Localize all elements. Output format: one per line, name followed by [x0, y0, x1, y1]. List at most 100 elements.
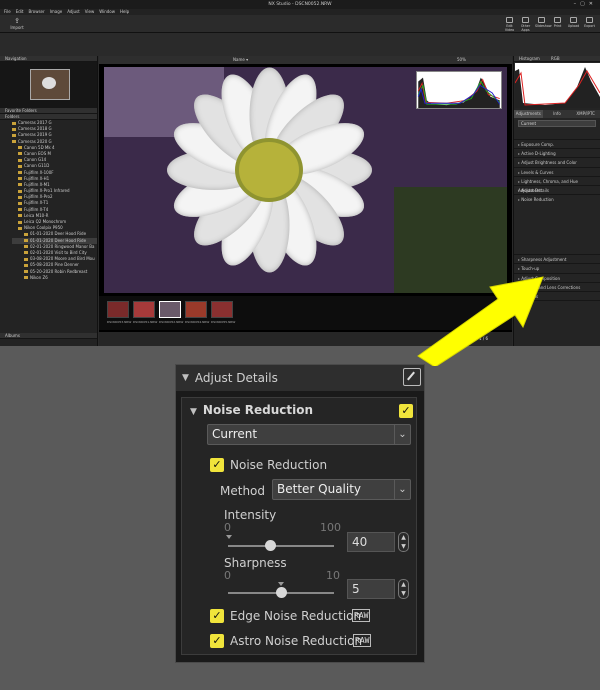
tab-info[interactable]: Info: [543, 110, 572, 118]
adjust-section-header[interactable]: Exposure Comp.: [514, 140, 600, 150]
chevron-down-icon: ⌄: [394, 425, 410, 444]
intensity-max: 100: [320, 521, 341, 534]
tab-adjustments[interactable]: Adjustments: [514, 110, 543, 118]
folder-label: Fujifilm X-T1: [24, 200, 49, 206]
adjust-section-header[interactable]: Noise Reduction: [514, 195, 600, 256]
film-caption-3: DSCN0052.NRW: [159, 320, 184, 324]
film-thumb-1[interactable]: [107, 301, 129, 318]
overlay-histogram: [416, 71, 502, 109]
folder-icon: [24, 270, 28, 273]
folder-icon: [18, 201, 22, 205]
film-thumb-3[interactable]: [159, 301, 181, 318]
adjust-section-header[interactable]: Adjust Details: [514, 186, 600, 196]
zoom-level[interactable]: 50%: [457, 56, 466, 64]
adjust-section-header[interactable]: Active D-Lighting: [514, 149, 600, 159]
folder-tree: Cameras 2017 G Cameras 2018 G Cameras 2019…: [0, 120, 97, 333]
import-button[interactable]: ⇪ Import: [10, 17, 24, 30]
slideshow-button[interactable]: Slideshow: [535, 17, 552, 32]
sharpness-slider-knob[interactable]: [276, 587, 287, 598]
folder-icon: [24, 263, 28, 267]
folder-item[interactable]: 05-20-2020 Robin Redbreast: [12, 269, 97, 275]
histogram-header[interactable]: Histogram RGB: [514, 56, 600, 62]
folder-label: 02-01-2020 Visit to Bird City: [30, 249, 87, 255]
nr-collapse-triangle-icon[interactable]: ▼: [190, 407, 197, 417]
adjust-section-header[interactable]: Lightness, Chroma, and Hue Adjustment: [514, 177, 600, 193]
edge-nr-checkbox[interactable]: ✓: [210, 609, 224, 623]
collapse-triangle-icon[interactable]: ▼: [182, 373, 189, 383]
sharpness-stepper[interactable]: ▲ ▼: [398, 579, 409, 599]
video-icon: [506, 17, 513, 23]
folder-icon: [18, 220, 22, 224]
folder-label: 03-08-2020 Moore and Bird Mou: [30, 256, 95, 262]
intensity-slider-knob[interactable]: [265, 540, 277, 551]
right-tabs: Adjustments Info XMP/IPTC: [514, 110, 600, 118]
export-button[interactable]: Export: [583, 17, 596, 32]
folder-item[interactable]: Nikon Z6: [12, 275, 97, 281]
folder-label: Fujifilm X-Pro2: [24, 194, 53, 200]
albums-header[interactable]: Albums: [0, 333, 97, 339]
film-thumb-2[interactable]: [133, 301, 155, 318]
intensity-min: 0: [224, 521, 231, 534]
folder-icon: [12, 140, 16, 144]
folder-label: Nikon Z6: [30, 274, 48, 280]
folder-label: 02-01-2020 Ringwood Manor Ba: [30, 243, 95, 249]
folder-label: Nikon Coolpix P950: [24, 225, 63, 231]
folder-label: Fujifilm X-M1: [24, 181, 50, 187]
folder-label: 01-01-2020 Deer Hood Ride: [30, 231, 87, 237]
astro-nr-checkbox[interactable]: ✓: [210, 634, 224, 648]
edit-video-button[interactable]: Edit Video: [503, 17, 516, 32]
folder-icon: [18, 152, 22, 156]
folder-icon: [12, 133, 16, 137]
left-panel: Navigation Favorite Folders Folders Came…: [0, 56, 98, 346]
intensity-slider-track[interactable]: [228, 545, 334, 547]
noise-reduction-enable-checkbox[interactable]: ✓: [399, 404, 413, 418]
intensity-stepper[interactable]: ▲ ▼: [398, 532, 409, 552]
print-icon: [554, 17, 561, 23]
viewer-toolbar: Name ▾ 50%: [99, 56, 512, 64]
adjust-section-header[interactable]: Adjust Brightness and Color: [514, 158, 600, 168]
pointer-arrow-icon: [417, 276, 544, 366]
intensity-label: Intensity: [224, 508, 277, 522]
method-select[interactable]: Better Quality ⌄: [272, 479, 411, 500]
folder-icon: [12, 127, 16, 131]
folder-label: Cameras 2019 G: [18, 132, 52, 138]
main-toolbar: ⇪ Import Edit Video Other Apps Slideshow …: [0, 15, 600, 33]
film-thumb-5[interactable]: [211, 301, 233, 318]
folder-label: Cameras 2017 G: [18, 120, 52, 125]
folder-label: Cameras 2018 G: [18, 126, 52, 132]
adjust-section-header[interactable]: Levels & Curves: [514, 168, 600, 177]
print-button[interactable]: Print: [551, 17, 564, 32]
tab-xmp-iptc[interactable]: XMP/IPTC: [571, 110, 600, 118]
folder-icon: [24, 232, 28, 236]
folder-label: Canon 5D Mk 4: [24, 144, 55, 150]
upload-button[interactable]: Upload: [567, 17, 580, 32]
folder-icon: [24, 251, 28, 255]
folder-label: Cameras 2020 G: [18, 138, 52, 144]
astro-nr-label: Astro Noise Reduction: [230, 634, 363, 648]
window-controls[interactable]: –▢✕: [574, 0, 597, 9]
folder-icon: [18, 208, 22, 212]
noise-reduction-header[interactable]: ▼ Noise Reduction: [190, 403, 313, 417]
nr-checkbox[interactable]: ✓: [210, 458, 224, 472]
navigator-thumbnail[interactable]: [0, 62, 97, 108]
folder-icon: [18, 195, 22, 199]
other-apps-button[interactable]: Other Apps: [519, 17, 532, 32]
film-caption-2: DSCN0051.NRW: [133, 320, 158, 324]
folder-label: Canon G14: [24, 157, 47, 163]
adjust-details-header[interactable]: ▼ Adjust Details: [176, 365, 424, 391]
sharpness-value-field[interactable]: 5: [347, 579, 395, 599]
film-caption-4: DSCN0054.NRW: [185, 320, 210, 324]
intensity-value-field[interactable]: 40: [347, 532, 395, 552]
folder-label: Leica M10-R: [24, 212, 49, 218]
apps-icon: [522, 17, 529, 23]
preset-dropdown[interactable]: Current: [518, 120, 596, 127]
nr-checkbox-label: Noise Reduction: [230, 458, 328, 472]
sort-dropdown[interactable]: Name ▾: [233, 56, 248, 64]
folder-icon: [12, 121, 16, 125]
folder-icon: [18, 214, 22, 218]
noise-reduction-heading: Noise Reduction: [202, 403, 314, 417]
edit-icon[interactable]: [403, 368, 421, 386]
folder-label: Fujifilm X-100F: [24, 169, 54, 175]
preset-select[interactable]: Current ⌄: [207, 424, 411, 445]
film-thumb-4[interactable]: [185, 301, 207, 318]
